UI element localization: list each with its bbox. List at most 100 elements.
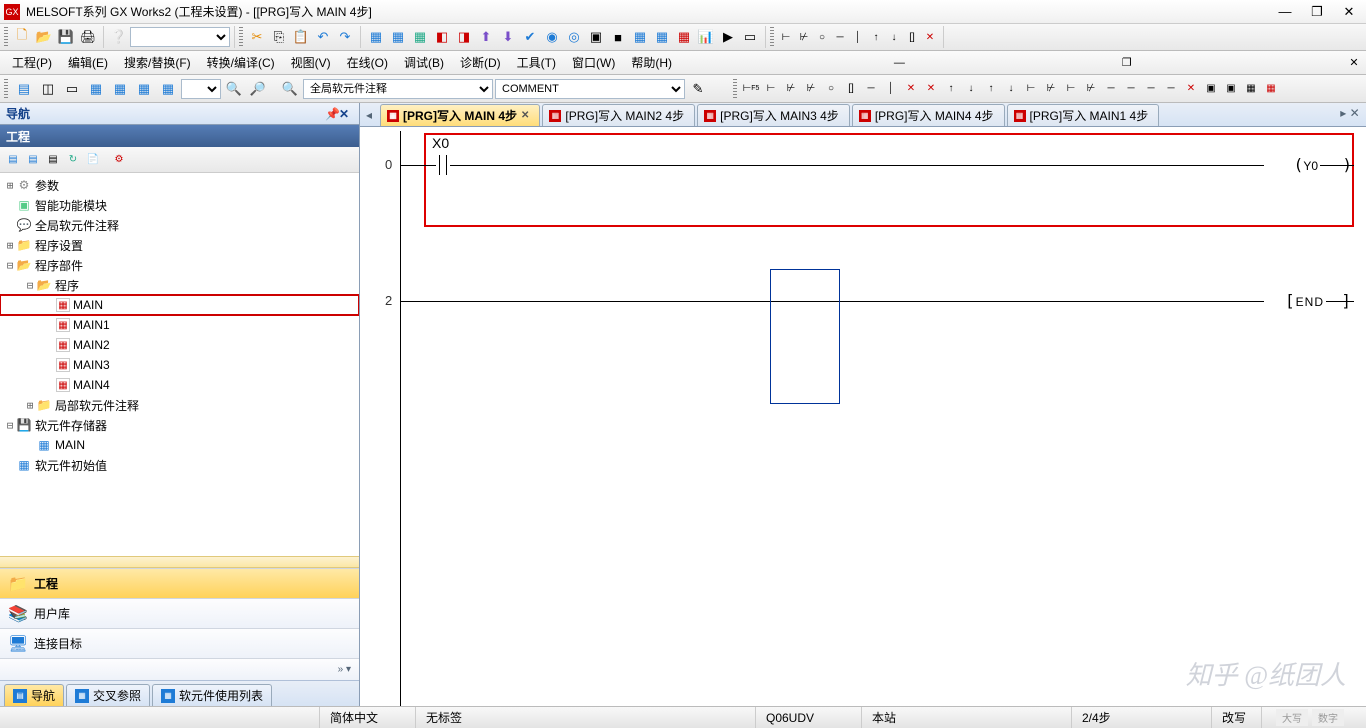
fkey-caf10-icon[interactable]: ─ [1142, 78, 1160, 100]
trace-icon[interactable]: 📊 [695, 26, 717, 48]
nav-button-more[interactable]: » ▾ [0, 658, 359, 680]
tab-close-icon[interactable]: ✕ [521, 110, 529, 121]
menu-online[interactable]: 在线(O) [339, 51, 396, 74]
fkey-sf8-icon[interactable]: ↓ [962, 78, 980, 100]
ld-falling-icon[interactable]: ↓ [885, 26, 903, 48]
simulate-icon[interactable]: ▶ [717, 26, 739, 48]
tree-params[interactable]: ⊞⚙参数 [0, 175, 359, 195]
mdi-restore-icon[interactable]: ❐ [1119, 55, 1135, 71]
tree-dev-storage-main[interactable]: ▦MAIN [0, 435, 359, 455]
format-select[interactable] [181, 79, 221, 99]
ld-vline-icon[interactable]: │ [849, 26, 867, 48]
nav-button-project[interactable]: 📁工程 [0, 568, 359, 598]
contact-x0[interactable] [436, 153, 450, 177]
fkey-cf9-icon[interactable]: ✕ [902, 78, 920, 100]
project-tree[interactable]: ⊞⚙参数 ▣智能功能模块 💬全局软元件注释 ⊞📁程序设置 ⊟📂程序部件 ⊟📂程序… [0, 173, 359, 556]
tree-global-comment[interactable]: 💬全局软元件注释 [0, 215, 359, 235]
nav-view1-icon[interactable]: ▤ [4, 149, 22, 171]
menu-edit[interactable]: 编辑(E) [60, 51, 116, 74]
fkey-f5-icon[interactable]: ⊢F5 [742, 78, 760, 100]
tree-main1[interactable]: ▦MAIN1 [0, 315, 359, 335]
nav-refresh-icon[interactable]: ↻ [64, 149, 82, 171]
coil-y0[interactable]: (Y0 [1294, 155, 1318, 174]
fkey-f10-icon[interactable]: ─ [1162, 78, 1180, 100]
buffer-icon[interactable]: ▦ [673, 26, 695, 48]
nav-tab-xref[interactable]: ▦交叉参照 [66, 684, 150, 706]
nav-button-userlib[interactable]: 📚用户库 [0, 598, 359, 628]
menu-convert[interactable]: 转换/编译(C) [199, 51, 283, 74]
zoom-in-icon[interactable]: 🔍 [223, 78, 245, 100]
dev-panel-3-icon[interactable]: ▦ [133, 78, 155, 100]
end-instruction[interactable]: [END [1285, 291, 1324, 310]
ld-contact-b-icon[interactable]: ⊬ [795, 26, 813, 48]
menu-debug[interactable]: 调试(B) [396, 51, 452, 74]
cursor-box[interactable] [770, 269, 840, 404]
nav-tool-icon[interactable]: ⚙ [110, 149, 128, 171]
ld-hline-icon[interactable]: ─ [831, 26, 849, 48]
fkey-f6-icon[interactable]: ⊬ [782, 78, 800, 100]
dev-panel-2-icon[interactable]: ▦ [109, 78, 131, 100]
tab-main3[interactable]: ▦[PRG]写入 MAIN3 4步 [697, 104, 850, 126]
fkey-f9-icon[interactable]: ─ [862, 78, 880, 100]
fkey-af8-icon[interactable]: ↓ [1002, 78, 1020, 100]
find-icon[interactable]: 🔍 [279, 78, 301, 100]
nav-grip[interactable] [0, 556, 359, 568]
stop-icon[interactable]: ■ [607, 26, 629, 48]
fkey-ext4-icon[interactable]: ▦ [1262, 78, 1280, 100]
fkey-saf6-icon[interactable]: ⊬ [1042, 78, 1060, 100]
tab-scroll-left-icon[interactable]: ◂ [362, 106, 376, 124]
nav-toggle-icon[interactable]: ▤ [13, 78, 35, 100]
comment-edit-icon[interactable]: ✎ [687, 78, 709, 100]
verify-icon[interactable]: ✔ [519, 26, 541, 48]
fkey-cf10-icon[interactable]: ✕ [922, 78, 940, 100]
fkey-sf6-icon[interactable]: ⊬ [802, 78, 820, 100]
tree-local-comment[interactable]: ⊞📁局部软元件注释 [0, 395, 359, 415]
tab-main[interactable]: ▦[PRG]写入 MAIN 4步✕ [380, 104, 540, 126]
pin-icon[interactable]: 📌 [325, 107, 339, 121]
tree-prog-parts[interactable]: ⊟📂程序部件 [0, 255, 359, 275]
fkey-af5-icon[interactable]: ─ [1102, 78, 1120, 100]
tree-main[interactable]: ▦MAIN [0, 295, 359, 315]
dev-icon-3[interactable]: ▦ [409, 26, 431, 48]
minimize-button[interactable]: — [1272, 2, 1298, 22]
nav-button-connection[interactable]: 🖥连接目标 [0, 628, 359, 658]
menu-tools[interactable]: 工具(T) [509, 51, 564, 74]
window-split-icon[interactable]: ◫ [37, 78, 59, 100]
tab-main4[interactable]: ▦[PRG]写入 MAIN4 4步 [852, 104, 1005, 126]
dev-panel-1-icon[interactable]: ▦ [85, 78, 107, 100]
ld-rising-icon[interactable]: ↑ [867, 26, 885, 48]
save-icon[interactable]: 💾 [55, 26, 77, 48]
fkey-ext2-icon[interactable]: ▣ [1222, 78, 1240, 100]
fkey-f7-icon[interactable]: ○ [822, 78, 840, 100]
dev-icon-1[interactable]: ▦ [365, 26, 387, 48]
nav-view3-icon[interactable]: ▤ [44, 149, 62, 171]
redo-icon[interactable]: ↷ [334, 26, 356, 48]
ladder-editor[interactable]: 0 2 X0 (Y0 ) [END ] 知乎 @纸团人 [360, 127, 1366, 706]
mdi-close-icon[interactable]: ✕ [1346, 55, 1362, 71]
write-plc-icon[interactable]: ⬆ [475, 26, 497, 48]
fkey-saf5-icon[interactable]: ⊢ [1022, 78, 1040, 100]
nav-props-icon[interactable]: 📄 [84, 149, 102, 171]
ld-coil-icon[interactable]: ○ [813, 26, 831, 48]
fkey-af9-icon[interactable]: ✕ [1182, 78, 1200, 100]
fkey-f8-icon[interactable]: [] [842, 78, 860, 100]
print-icon[interactable]: 🖨 [77, 26, 99, 48]
nav-tab-navigation[interactable]: ▤导航 [4, 684, 64, 706]
tree-prog-settings[interactable]: ⊞📁程序设置 [0, 235, 359, 255]
undo-icon[interactable]: ↶ [312, 26, 334, 48]
tab-scroll-right-icon[interactable]: ▸ ✕ [1336, 106, 1364, 120]
fkey-sf7-icon[interactable]: ↑ [942, 78, 960, 100]
dev-batch-icon[interactable]: ▦ [651, 26, 673, 48]
global-comment-select[interactable]: 全局软元件注释 [303, 79, 493, 99]
window-icon[interactable]: ▭ [739, 26, 761, 48]
tree-main4[interactable]: ▦MAIN4 [0, 375, 359, 395]
dev-icon-2[interactable]: ▦ [387, 26, 409, 48]
fkey-saf7-icon[interactable]: ⊢ [1062, 78, 1080, 100]
paste-icon[interactable]: 📋 [290, 26, 312, 48]
ld-del-icon[interactable]: ✕ [921, 26, 939, 48]
menu-search[interactable]: 搜索/替换(F) [116, 51, 199, 74]
tree-main3[interactable]: ▦MAIN3 [0, 355, 359, 375]
tree-program[interactable]: ⊟📂程序 [0, 275, 359, 295]
fkey-saf8-icon[interactable]: ⊬ [1082, 78, 1100, 100]
zoom-out-icon[interactable]: 🔎 [247, 78, 269, 100]
